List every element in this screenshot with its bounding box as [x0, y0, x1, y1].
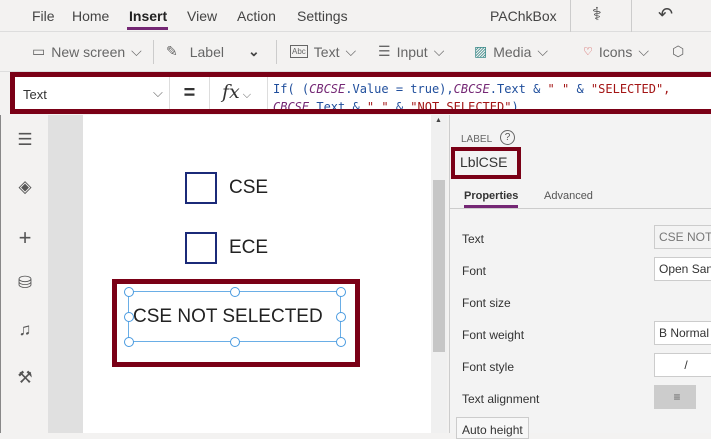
resize-handle[interactable] [336, 312, 346, 322]
app-name: PAChkBox [490, 8, 557, 24]
equals-sign: = [170, 77, 210, 109]
formula-input[interactable]: If( (CBCSE.Value = true),CBCSE.Text & " … [273, 80, 670, 109]
fx-icon: fx [222, 81, 240, 103]
prop-font-dropdown[interactable]: Open Sans [654, 257, 711, 281]
prop-font-style-label: Font style [462, 360, 515, 374]
prop-font-size-label: Font size [462, 296, 511, 310]
auto-height-toggle[interactable]: Auto height [456, 417, 529, 439]
data-cylinder-icon[interactable]: ⛁ [15, 273, 35, 293]
scrollbar-thumb[interactable] [433, 180, 445, 352]
resize-handle[interactable] [230, 287, 240, 297]
shapes-icon[interactable]: ⬡ [672, 43, 684, 60]
new-screen-icon: ▭ [32, 43, 46, 59]
resize-handle[interactable] [336, 287, 346, 297]
left-rail: ☰ ◈ + ⛁ ♫ ⚒ [0, 115, 48, 433]
property-dropdown[interactable]: Text ⌵ [15, 77, 170, 109]
chevron-down-icon[interactable]: ⌄ [248, 43, 260, 60]
checkbox-ece[interactable] [185, 232, 217, 264]
sliders-icon: ☰ [378, 43, 391, 59]
prop-font-weight-label: Font weight [462, 328, 525, 342]
menu-home[interactable]: Home [72, 8, 109, 24]
menu-action[interactable]: Action [237, 8, 276, 24]
new-screen-button[interactable]: ▭ New screen ⌵ [32, 43, 142, 60]
active-tab-indicator [127, 27, 168, 30]
fx-button[interactable]: fx ⌵ [210, 77, 268, 109]
pencil-icon: ✎ [166, 43, 178, 59]
resize-handle[interactable] [124, 287, 134, 297]
prop-text-field[interactable]: CSE NOT SELECTED [654, 225, 711, 249]
control-type: LABEL [461, 134, 493, 145]
checkbox-ece-label: ECE [229, 237, 269, 258]
menu-insert[interactable]: Insert [129, 8, 167, 24]
tab-properties[interactable]: Properties [464, 190, 518, 202]
resize-handle[interactable] [336, 337, 346, 347]
media-button[interactable]: ▨ Media ⌵ [474, 43, 548, 60]
italic-button[interactable]: / [654, 353, 711, 377]
menu-bar: File Home Insert View Action Settings PA… [0, 0, 711, 32]
prop-text-alignment-label: Text alignment [462, 392, 540, 406]
label-button[interactable]: ✎ Label [166, 43, 224, 60]
stethoscope-icon[interactable]: ⚕ [592, 4, 602, 25]
resize-handle[interactable] [124, 337, 134, 347]
undo-icon[interactable]: ↶ [658, 4, 673, 25]
tools-icon[interactable]: ⚒ [15, 368, 35, 388]
align-left-button[interactable]: ≡ [654, 385, 696, 409]
insert-plus-icon[interactable]: + [15, 225, 35, 250]
formula-bar: Text ⌵ = fx ⌵ If( (CBCSE.Value = true),CB… [10, 72, 711, 114]
checkbox-cse-label: CSE [229, 177, 269, 198]
text-button[interactable]: Abc Text ⌵ [290, 43, 356, 60]
image-icon: ▨ [474, 43, 488, 59]
hamburger-menu-icon[interactable]: ☰ [15, 130, 35, 150]
layers-icon[interactable]: ◈ [15, 177, 35, 197]
prop-font-weight-dropdown[interactable]: B Normal [654, 321, 711, 345]
properties-panel: LABEL ? LblCSE Properties Advanced Text … [449, 115, 711, 439]
menu-view[interactable]: View [187, 8, 217, 24]
toolbar: ▭ New screen ⌵ ✎ Label ⌄ Abc Text ⌵ ☰ Input ⌵ ▨… [0, 32, 711, 72]
label-text: CSE NOT SELECTED [133, 306, 323, 327]
prop-font-label: Font [462, 264, 487, 278]
menu-file[interactable]: File [32, 8, 55, 24]
icons-button[interactable]: ♡ Icons ⌵ [583, 43, 649, 60]
text-icon: Abc [290, 45, 308, 58]
media-icon[interactable]: ♫ [15, 320, 35, 340]
icons-icon: ♡ [583, 46, 593, 58]
prop-text-label: Text [462, 232, 485, 246]
input-button[interactable]: ☰ Input ⌵ [378, 43, 444, 60]
menu-settings[interactable]: Settings [297, 8, 348, 24]
help-icon[interactable]: ? [500, 130, 515, 145]
control-name[interactable]: LblCSE [460, 154, 507, 170]
resize-handle[interactable] [124, 312, 134, 322]
checkbox-cse[interactable] [185, 172, 217, 204]
app-canvas[interactable] [83, 115, 432, 433]
tab-advanced[interactable]: Advanced [544, 190, 593, 202]
canvas-margin [48, 115, 83, 433]
chevron-down-icon: ⌵ [153, 85, 163, 100]
resize-handle[interactable] [230, 337, 240, 347]
